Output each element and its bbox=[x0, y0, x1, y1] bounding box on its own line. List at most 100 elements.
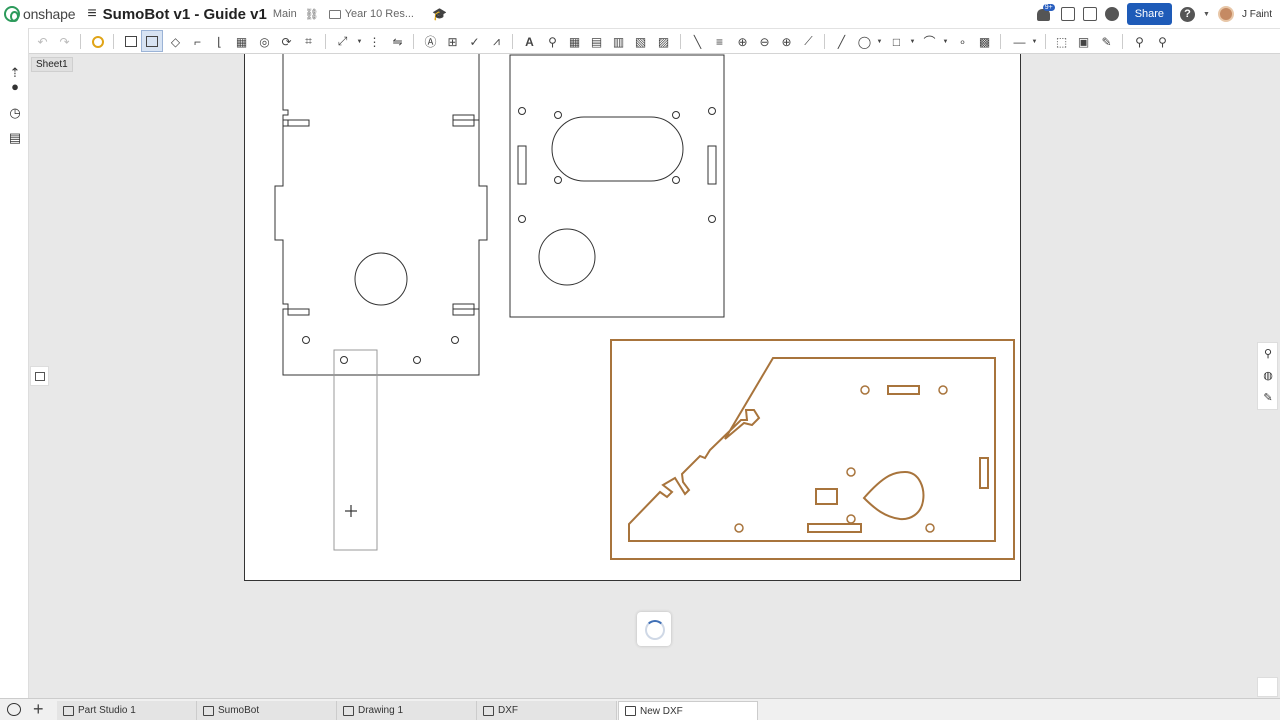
strip-hole bbox=[340, 356, 348, 364]
image-icon[interactable]: ▣ bbox=[1076, 34, 1091, 49]
pen-icon[interactable]: ✎ bbox=[1099, 34, 1114, 49]
crop-icon[interactable]: ⌗ bbox=[301, 34, 316, 49]
branch-label[interactable]: Main bbox=[273, 8, 297, 20]
auxiliary-view-icon[interactable]: ◇ bbox=[168, 34, 183, 49]
redo-icon[interactable]: ↷ bbox=[57, 34, 72, 49]
revision-table-icon[interactable]: ▧ bbox=[633, 34, 648, 49]
notifications-button[interactable]: 9+ bbox=[1036, 4, 1055, 21]
onshape-logo[interactable]: onshape bbox=[4, 6, 76, 22]
tab-label: DXF bbox=[498, 705, 518, 716]
appearance-icon[interactable]: ◍ bbox=[1261, 369, 1275, 383]
properties-panel-icon[interactable]: ▤ bbox=[8, 131, 22, 145]
help-dropdown-icon[interactable]: ▼ bbox=[1203, 11, 1210, 18]
app-store-icon[interactable] bbox=[1082, 7, 1097, 21]
share-button[interactable]: Share bbox=[1126, 3, 1173, 25]
ordinate-icon[interactable]: ⋮ bbox=[367, 34, 382, 49]
sketch-line-icon[interactable]: ╱ bbox=[834, 34, 849, 49]
add-feature-icon[interactable]: ⇡ bbox=[8, 66, 22, 80]
line-style-icon[interactable]: — bbox=[1012, 34, 1027, 49]
bolt-circle-icon[interactable]: ⊖ bbox=[757, 34, 772, 49]
point-icon[interactable]: ∘ bbox=[955, 34, 970, 49]
middle-plate-large-hole bbox=[538, 228, 596, 286]
tab-part-studio[interactable]: Part Studio 1 bbox=[57, 701, 197, 720]
sheet-tab[interactable]: Sheet1 bbox=[31, 57, 73, 72]
note-icon[interactable]: Ⓐ bbox=[423, 34, 438, 49]
link-icon[interactable]: ⛓ bbox=[305, 8, 319, 21]
drawing-sheet[interactable] bbox=[244, 54, 1021, 581]
import-icon[interactable]: ⬚ bbox=[1054, 34, 1069, 49]
document-title[interactable]: SumoBot v1 - Guide v1 bbox=[103, 6, 267, 23]
weld-table-icon[interactable]: ▨ bbox=[656, 34, 671, 49]
side-plate-hole bbox=[846, 514, 856, 524]
undo-icon[interactable]: ↶ bbox=[35, 34, 50, 49]
tab-assembly[interactable]: SumoBot bbox=[197, 701, 337, 720]
arc-dropdown-icon[interactable]: ▼ bbox=[938, 34, 953, 49]
insert-view-icon[interactable] bbox=[123, 34, 138, 49]
base-plate-large-hole bbox=[354, 252, 408, 306]
task-list-icon[interactable] bbox=[1060, 7, 1075, 21]
chamfer-dimension-icon[interactable]: ⇋ bbox=[390, 34, 405, 49]
circle-dropdown-icon[interactable]: ▼ bbox=[872, 34, 887, 49]
circle-icon[interactable]: ◯ bbox=[857, 34, 872, 49]
check-icon[interactable]: ✓ bbox=[467, 34, 482, 49]
avatar[interactable] bbox=[1217, 6, 1234, 22]
help-icon[interactable]: ? bbox=[1180, 6, 1196, 22]
inspect-icon[interactable]: ⚲ bbox=[545, 34, 560, 49]
hatch-icon[interactable]: ▩ bbox=[977, 34, 992, 49]
projected-view-icon[interactable] bbox=[141, 30, 163, 52]
hole-table-icon[interactable]: ▥ bbox=[611, 34, 626, 49]
learning-center-icon[interactable] bbox=[1104, 7, 1119, 21]
rectangle-icon[interactable]: □ bbox=[889, 34, 904, 49]
zoom-fit-icon[interactable]: ⚲ bbox=[1132, 34, 1147, 49]
side-plate-hole bbox=[938, 385, 948, 395]
base-plate-hole bbox=[451, 336, 459, 344]
top-bar: onshape ≡ SumoBot v1 - Guide v1 Main ⛓ Y… bbox=[0, 0, 1280, 28]
callout-icon[interactable]: ⊞ bbox=[445, 34, 460, 49]
notification-badge: 9+ bbox=[1042, 4, 1055, 11]
zoom-select-icon[interactable]: ⚲ bbox=[1155, 34, 1170, 49]
table-icon[interactable]: ▦ bbox=[567, 34, 582, 49]
tab-bar: + Part Studio 1 SumoBot Drawing 1 DXF Ne… bbox=[0, 698, 1280, 720]
dimension-dropdown-icon[interactable]: ▼ bbox=[352, 34, 367, 49]
point-center-icon[interactable]: ⊕ bbox=[779, 34, 794, 49]
tab-new-dxf[interactable]: New DXF bbox=[618, 701, 758, 720]
hatch-line-icon[interactable]: ⟋ bbox=[801, 34, 816, 49]
view-tools-icon[interactable]: ⚲ bbox=[1261, 347, 1275, 361]
folder-breadcrumb[interactable]: Year 10 Res... bbox=[328, 8, 414, 20]
menu-icon[interactable]: ≡ bbox=[87, 5, 96, 23]
education-icon[interactable]: 🎓 bbox=[432, 7, 447, 21]
broken-view-icon[interactable]: ▦ bbox=[234, 34, 249, 49]
user-name[interactable]: J Faint bbox=[1242, 9, 1272, 20]
arc-icon[interactable]: ⌒ bbox=[922, 34, 937, 49]
bom-table-icon[interactable]: ▤ bbox=[589, 34, 604, 49]
line-style-dropdown-icon[interactable]: ▼ bbox=[1027, 34, 1042, 49]
add-tab-icon[interactable]: + bbox=[33, 700, 44, 718]
comments-icon[interactable]: ● bbox=[8, 80, 22, 94]
brand-name: onshape bbox=[23, 6, 76, 22]
history-icon[interactable]: ◷ bbox=[8, 106, 22, 120]
line-icon[interactable]: ╲ bbox=[690, 34, 705, 49]
surface-finish-icon[interactable]: ⩘ bbox=[489, 34, 504, 49]
crop-view-icon[interactable]: ◎ bbox=[257, 34, 272, 49]
detail-view-icon[interactable]: ⌊ bbox=[212, 34, 227, 49]
centerline-icon[interactable]: ≡ bbox=[712, 34, 727, 49]
toolbar-separator bbox=[80, 34, 81, 49]
tab-drawing-1[interactable]: Drawing 1 bbox=[337, 701, 477, 720]
section-view-icon[interactable]: ⌐ bbox=[190, 34, 205, 49]
folder-icon bbox=[328, 9, 341, 19]
loading-spinner bbox=[637, 612, 671, 646]
dimension-icon[interactable]: ⤢ bbox=[335, 34, 350, 49]
middle-plate-hole bbox=[672, 176, 680, 184]
tab-dxf[interactable]: DXF bbox=[477, 701, 617, 720]
properties-icon[interactable] bbox=[90, 34, 105, 49]
document-search-icon[interactable] bbox=[7, 703, 21, 716]
settings-wrench-icon[interactable]: ✎ bbox=[1261, 391, 1275, 405]
center-mark-icon[interactable]: ⊕ bbox=[735, 34, 750, 49]
rectangle-dropdown-icon[interactable]: ▼ bbox=[905, 34, 920, 49]
side-plate-hole bbox=[925, 523, 935, 533]
drawing-icon bbox=[483, 705, 494, 716]
text-icon[interactable]: A bbox=[522, 34, 537, 49]
alternate-position-icon[interactable]: ⟳ bbox=[279, 34, 294, 49]
collapse-panel-button[interactable] bbox=[30, 366, 49, 386]
bottom-right-tool-icon[interactable] bbox=[1257, 677, 1278, 697]
